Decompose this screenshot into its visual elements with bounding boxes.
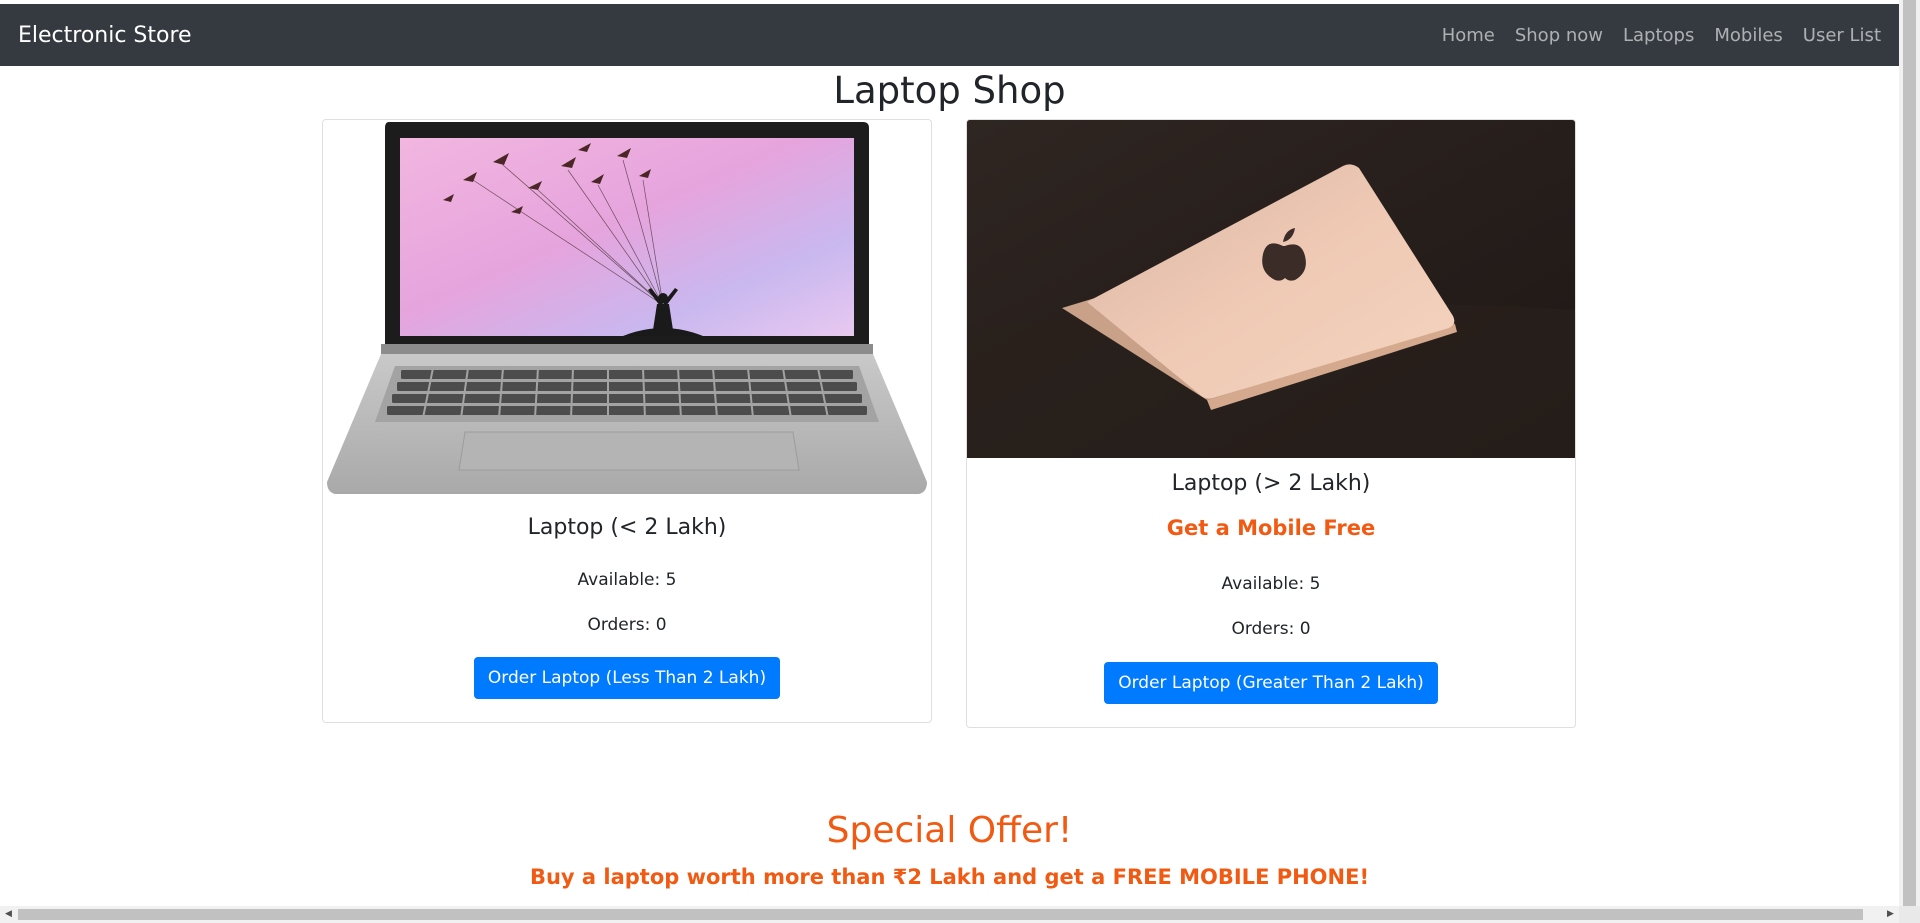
- product-card-laptop-under-2-lakh: Laptop (< 2 Lakh) Available: 5 Orders: 0…: [322, 119, 932, 723]
- navbar: Electronic Store Home Shop now Laptops M…: [0, 4, 1899, 66]
- card-title: Laptop (> 2 Lakh): [1171, 471, 1371, 496]
- orders-count: Orders: 0: [587, 615, 667, 635]
- page: Electronic Store Home Shop now Laptops M…: [0, 0, 1899, 906]
- horizontal-scrollbar[interactable]: ◀ ▶: [0, 906, 1899, 923]
- mobile-free-offer: Get a Mobile Free: [1166, 516, 1376, 540]
- order-laptop-less-than-2-lakh-button[interactable]: Order Laptop (Less Than 2 Lakh): [473, 657, 781, 699]
- laptop-image: [323, 120, 931, 502]
- horizontal-scrollbar-thumb[interactable]: [18, 909, 1863, 920]
- scroll-right-arrow-icon[interactable]: ▶: [1882, 906, 1899, 923]
- nav-link-laptops[interactable]: Laptops: [1613, 25, 1704, 46]
- available-count: Available: 5: [577, 570, 677, 590]
- available-count: Available: 5: [1221, 574, 1321, 594]
- laptop-image-icon: [327, 122, 927, 494]
- vertical-scrollbar[interactable]: [1899, 0, 1920, 906]
- nav-link-shop-now[interactable]: Shop now: [1505, 25, 1613, 46]
- special-offer-text: Buy a laptop worth more than ₹2 Lakh and…: [529, 865, 1370, 889]
- nav-links: Home Shop now Laptops Mobiles User List: [1432, 25, 1881, 46]
- scroll-left-arrow-icon[interactable]: ◀: [0, 906, 17, 923]
- page-title: Laptop Shop: [833, 69, 1066, 112]
- order-laptop-greater-than-2-lakh-button[interactable]: Order Laptop (Greater Than 2 Lakh): [1104, 662, 1438, 704]
- nav-link-user-list[interactable]: User List: [1793, 25, 1881, 46]
- macbook-image-icon: [967, 120, 1575, 458]
- orders-count: Orders: 0: [1231, 619, 1311, 639]
- nav-link-home[interactable]: Home: [1432, 25, 1505, 46]
- brand-link[interactable]: Electronic Store: [18, 23, 192, 48]
- macbook-image: [967, 120, 1575, 458]
- product-card-laptop-over-2-lakh: Laptop (> 2 Lakh) Get a Mobile Free Avai…: [966, 119, 1576, 728]
- vertical-scrollbar-thumb[interactable]: [1903, 0, 1916, 906]
- special-offer-heading: Special Offer!: [826, 810, 1073, 851]
- card-title: Laptop (< 2 Lakh): [527, 515, 727, 540]
- nav-link-mobiles[interactable]: Mobiles: [1704, 25, 1792, 46]
